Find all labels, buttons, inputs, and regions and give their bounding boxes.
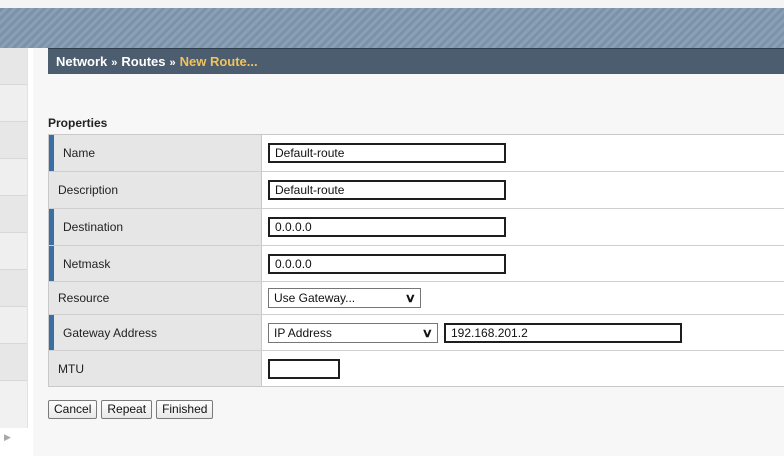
name-input[interactable] xyxy=(268,143,506,163)
nav-item[interactable] xyxy=(0,85,27,122)
finished-button[interactable]: Finished xyxy=(156,400,214,419)
gateway-type-select-value: IP Address xyxy=(274,325,332,340)
netmask-input[interactable] xyxy=(268,253,506,274)
mtu-label: MTU xyxy=(49,351,262,386)
nav-item[interactable] xyxy=(0,48,27,85)
row-mtu: MTU xyxy=(49,351,784,386)
nav-item[interactable] xyxy=(0,344,27,381)
row-name: Name xyxy=(49,135,784,172)
resource-select[interactable]: Use Gateway... ∨ xyxy=(268,288,421,308)
resource-select-value: Use Gateway... xyxy=(274,291,356,305)
description-input[interactable] xyxy=(268,180,506,200)
row-gateway-address: Gateway Address IP Address ∨ xyxy=(49,315,784,351)
nav-item[interactable] xyxy=(0,196,27,233)
breadcrumb-network-link[interactable]: Network xyxy=(56,54,107,69)
nav-item[interactable] xyxy=(0,122,27,159)
mtu-input[interactable] xyxy=(268,358,340,379)
breadcrumb: Network» Routes» New Route... xyxy=(48,48,784,74)
name-label: Name xyxy=(49,135,262,171)
resource-label: Resource xyxy=(49,282,262,314)
row-description: Description xyxy=(49,172,784,209)
row-resource: Resource Use Gateway... ∨ xyxy=(49,282,784,315)
gateway-address-input[interactable] xyxy=(444,322,682,343)
chevron-down-icon: ∨ xyxy=(404,291,417,305)
gateway-address-label: Gateway Address xyxy=(49,315,262,350)
nav-item[interactable] xyxy=(0,270,27,307)
chevron-right-icon[interactable]: ▶ xyxy=(4,432,11,443)
description-label: Description xyxy=(49,172,262,208)
gateway-type-select[interactable]: IP Address ∨ xyxy=(268,322,438,343)
left-navigation-collapsed xyxy=(0,48,28,428)
section-title: Properties xyxy=(48,116,108,130)
cancel-button[interactable]: Cancel xyxy=(48,400,98,419)
repeat-button[interactable]: Repeat xyxy=(101,400,153,419)
row-netmask: Netmask xyxy=(49,246,784,282)
destination-label: Destination xyxy=(49,209,262,245)
breadcrumb-separator: » xyxy=(169,57,176,69)
breadcrumb-routes-link[interactable]: Routes xyxy=(121,54,165,69)
nav-item[interactable] xyxy=(0,233,27,270)
properties-table: Name Description Destination Netmask Res… xyxy=(48,134,784,387)
form-buttons: Cancel Repeat Finished xyxy=(48,400,214,419)
breadcrumb-current: New Route... xyxy=(179,54,258,69)
nav-item[interactable] xyxy=(0,159,27,196)
nav-item[interactable] xyxy=(0,307,27,344)
netmask-label: Netmask xyxy=(49,246,262,281)
header-top-strip xyxy=(0,0,784,8)
breadcrumb-separator: » xyxy=(111,57,118,69)
row-destination: Destination xyxy=(49,209,784,246)
main-content: Network» Routes» New Route... Properties N… xyxy=(33,48,784,456)
chevron-down-icon: ∨ xyxy=(421,325,434,340)
destination-input[interactable] xyxy=(268,217,506,237)
header-banner xyxy=(0,0,784,48)
